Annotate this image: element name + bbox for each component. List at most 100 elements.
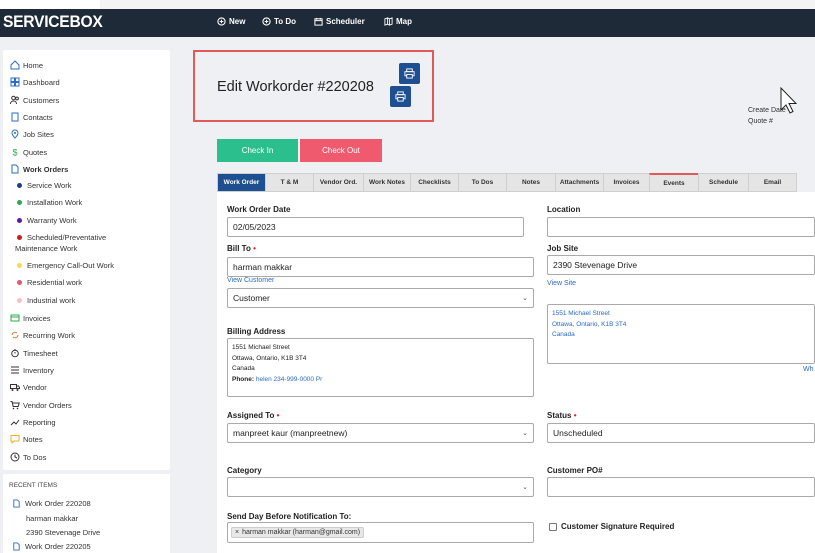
sidebar-subitem-preventative-maintenance[interactable]: Scheduled/Preventative <box>17 233 106 242</box>
view-customer-link[interactable]: View Customer <box>227 277 274 284</box>
sidebar-subitem-warranty-work[interactable]: Warranty Work <box>17 216 77 225</box>
view-site-link[interactable]: View Site <box>547 280 576 287</box>
work-order-date-label: Work Order Date <box>227 205 291 214</box>
assigned-to-select[interactable]: manpreet kaur (manpreetnew) ⌄ <box>227 423 534 443</box>
tab-notes[interactable]: Notes <box>506 173 555 192</box>
sidebar-item-label: Timesheet <box>23 348 58 358</box>
category-select[interactable]: ⌄ <box>227 477 534 497</box>
tab-email[interactable]: Email <box>748 173 797 192</box>
print-button[interactable] <box>399 63 420 84</box>
color-dot <box>17 235 22 240</box>
recent-item-line: harman makkar <box>26 514 79 523</box>
customer-po-label: Customer PO# <box>547 466 603 475</box>
sidebar-item-todos[interactable]: To Dos <box>10 452 46 462</box>
billing-address-box[interactable]: 1551 Michael Street Ottawa, Ontario, K1B… <box>227 338 534 397</box>
chevron-down-icon: ⌄ <box>522 484 528 491</box>
sidebar-subitem-label: Warranty Work <box>27 216 77 225</box>
tag-remove-icon[interactable]: × <box>235 529 239 536</box>
customer-po-input[interactable] <box>547 477 815 497</box>
sidebar-item-label: Recurring Work <box>23 330 75 340</box>
sidebar-item-inventory[interactable]: Inventory <box>10 365 54 375</box>
job-site-address-line: 1551 Michael Street <box>552 310 610 317</box>
document-icon <box>13 542 20 551</box>
nav-todo-button[interactable]: To Do <box>262 17 296 26</box>
recipient-tag-label: harman makkar (harman@gmail.com) <box>242 529 361 536</box>
color-dot <box>17 183 22 188</box>
tab-invoices[interactable]: Invoices <box>603 173 649 192</box>
bill-to-label-text: Bill To <box>227 244 251 253</box>
nav-new-button[interactable]: New <box>217 17 245 26</box>
sidebar-item-quotes[interactable]: $ Quotes <box>10 147 48 158</box>
job-site-address-line: Ottawa, Ontario, K1B 3T4 <box>552 320 627 328</box>
work-order-date-input[interactable]: 02/05/2023 <box>227 217 524 237</box>
signature-checkbox[interactable]: Customer Signature Required <box>549 522 674 531</box>
sidebar-item-dashboard[interactable]: Dashboard <box>10 77 60 87</box>
tab-events[interactable]: Events <box>649 173 698 192</box>
print-alt-button[interactable] <box>390 86 411 107</box>
tab-vendor-orders[interactable]: Vendor Ord. <box>313 173 363 192</box>
job-site-corner-link[interactable]: Wh <box>803 366 814 373</box>
nav-scheduler-button[interactable]: Scheduler <box>314 17 365 26</box>
tab-work-notes[interactable]: Work Notes <box>363 173 410 192</box>
calendar-icon <box>314 17 323 26</box>
page-title: Edit Workorder #220208 <box>217 79 374 95</box>
notification-label: Send Day Before Notification To: <box>227 512 352 521</box>
phone-label: Phone: <box>232 375 255 383</box>
sidebar-subitem-label: Scheduled/Preventative <box>27 233 107 242</box>
tab-work-order[interactable]: Work Order <box>217 173 265 192</box>
tab-todos[interactable]: To Dos <box>458 173 506 192</box>
invoice-icon <box>10 314 20 322</box>
sidebar-item-home[interactable]: Home <box>10 60 43 70</box>
printer-icon <box>404 68 415 79</box>
users-icon <box>10 95 19 105</box>
notification-input[interactable]: × harman makkar (harman@gmail.com) <box>227 522 534 543</box>
sidebar-subitem-residential-work[interactable]: Residential work <box>17 278 82 287</box>
sidebar-subitem-installation-work[interactable]: Installation Work <box>17 198 82 207</box>
recent-items-heading: RECENT ITEMS <box>9 482 58 489</box>
sidebar-item-label: To Dos <box>23 452 47 462</box>
check-out-button[interactable]: Check Out <box>300 139 382 162</box>
tab-schedule[interactable]: Schedule <box>698 173 748 192</box>
recipient-tag[interactable]: × harman makkar (harman@gmail.com) <box>231 527 365 538</box>
check-in-button[interactable]: Check In <box>217 139 298 162</box>
sidebar-item-contacts[interactable]: Contacts <box>10 112 53 122</box>
brand-logo[interactable]: SERVICEBOX <box>3 12 103 32</box>
sidebar-subitem-label: Emergency Call-Out Work <box>27 261 114 270</box>
sidebar-subitem-label: Residential work <box>27 278 83 287</box>
nav-map-button[interactable]: Map <box>384 17 412 26</box>
sidebar-item-job-sites[interactable]: Job Sites <box>10 129 54 139</box>
sidebar-item-invoices[interactable]: Invoices <box>10 313 51 323</box>
bill-to-input[interactable]: harman makkar <box>227 257 534 277</box>
sidebar-item-recurring-work[interactable]: Recurring Work <box>10 330 75 340</box>
job-site-input[interactable]: 2390 Stevenage Drive <box>547 255 815 275</box>
sidebar-item-label: Vendor <box>23 382 47 392</box>
sidebar-item-customers[interactable]: Customers <box>10 95 59 105</box>
sidebar-item-work-orders[interactable]: Work Orders <box>10 164 68 174</box>
sidebar-item-timesheet[interactable]: Timesheet <box>10 348 58 358</box>
recent-item-title: Work Order 220208 <box>25 499 91 508</box>
location-input[interactable] <box>547 217 815 237</box>
tab-attachments[interactable]: Attachments <box>555 173 603 192</box>
job-site-label: Job Site <box>547 244 579 253</box>
recent-item-link[interactable]: Work Order 220205 <box>12 542 91 551</box>
tab-checklists[interactable]: Checklists <box>410 173 458 192</box>
checkbox-box[interactable] <box>549 522 557 531</box>
trend-icon <box>10 419 20 426</box>
printer-icon <box>395 91 406 102</box>
sidebar-item-vendor-orders[interactable]: Vendor Orders <box>10 400 72 410</box>
tab-t-and-m[interactable]: T & M <box>265 173 313 192</box>
dollar-icon: $ <box>13 148 18 158</box>
sidebar-item-reporting[interactable]: Reporting <box>10 417 56 427</box>
sidebar-subitem-industrial-work[interactable]: Industrial work <box>17 296 75 305</box>
location-label: Location <box>547 205 581 214</box>
sidebar-subitem-emergency-callout[interactable]: Emergency Call-Out Work <box>17 261 114 270</box>
job-site-address-line: Canada <box>552 331 575 338</box>
nav-todo-label: To Do <box>274 17 297 26</box>
sidebar-item-vendor[interactable]: Vendor <box>10 382 47 392</box>
recent-item-link[interactable]: Work Order 220208 <box>12 499 91 508</box>
customer-type-select[interactable]: Customer ⌄ <box>227 288 534 308</box>
sidebar-subitem-service-work[interactable]: Service Work <box>17 181 71 190</box>
sidebar-item-notes[interactable]: Notes <box>10 434 43 444</box>
status-select[interactable]: Unscheduled <box>547 423 815 443</box>
map-icon <box>384 17 393 26</box>
